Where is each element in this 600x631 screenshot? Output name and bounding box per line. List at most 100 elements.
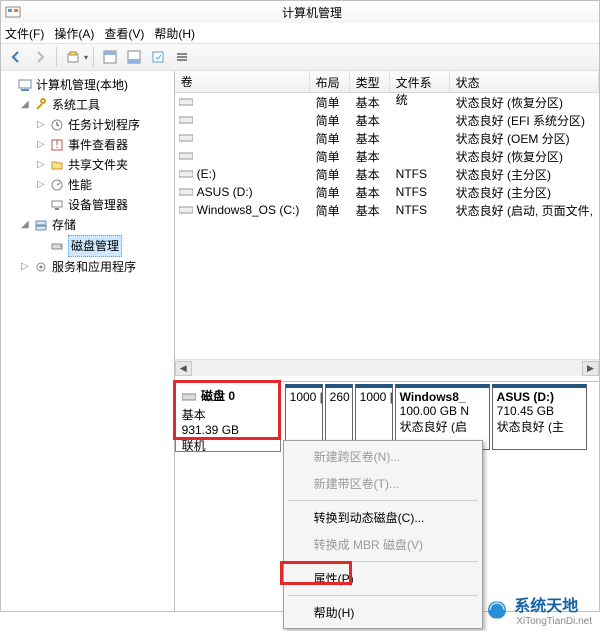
collapse-icon[interactable]: ◢: [21, 215, 33, 235]
partition-size: 260: [330, 390, 348, 404]
tree-storage[interactable]: ◢ 存储 磁盘管理: [21, 215, 170, 257]
volume-status: 状态良好 (OEM 分区): [450, 130, 599, 147]
dropdown-arrow-icon[interactable]: ▾: [84, 53, 88, 62]
volume-row[interactable]: 简单基本 状态良好 (EFI 系统分区): [175, 111, 599, 129]
horizontal-scrollbar[interactable]: ◀ ▶: [175, 359, 599, 376]
menu-file[interactable]: 文件(F): [5, 25, 44, 42]
disk-type: 基本: [182, 406, 274, 423]
volume-fs: NTFS: [390, 185, 450, 199]
disk-icon: [49, 238, 65, 254]
volume-status: 状态良好 (恢复分区): [450, 148, 599, 165]
col-layout[interactable]: 布局: [310, 71, 350, 92]
window-title: 计算机管理: [25, 4, 599, 21]
volume-fs: NTFS: [390, 167, 450, 181]
col-status[interactable]: 状态: [450, 71, 599, 92]
up-button[interactable]: [62, 46, 84, 68]
volume-status: 状态良好 (EFI 系统分区): [450, 112, 599, 129]
partition-status: 状态良好 (主: [497, 418, 582, 435]
scroll-left-icon[interactable]: ◀: [175, 361, 192, 376]
menu-action[interactable]: 操作(A): [54, 25, 94, 42]
action-button[interactable]: [147, 46, 169, 68]
volume-type: 基本: [350, 112, 390, 129]
volume-row[interactable]: Windows8_OS (C:)简单基本NTFS状态良好 (启动, 页面文件,: [175, 201, 599, 219]
disk-size: 931.39 GB: [182, 423, 274, 437]
folder-icon: [49, 157, 65, 173]
navigation-tree[interactable]: 计算机管理(本地) ◢ 系统工具 ▷任务计划程序 ▷!事件查看器 ▷共享文件夹: [5, 75, 170, 277]
volume-row[interactable]: 简单基本状态良好 (OEM 分区): [175, 129, 599, 147]
menu-help[interactable]: 帮助(H): [154, 25, 195, 42]
menu-convert-dynamic[interactable]: 转换到动态磁盘(C)...: [286, 504, 480, 531]
drive-icon: [182, 392, 196, 402]
collapse-icon[interactable]: ◢: [21, 95, 33, 115]
tree-services-apps[interactable]: ▷服务和应用程序: [21, 257, 170, 277]
tree-task-scheduler[interactable]: ▷任务计划程序: [37, 115, 170, 135]
partition-size: 1000 |: [360, 390, 388, 404]
volume-name: Windows8_OS (C:): [197, 203, 300, 217]
app-icon: [5, 4, 21, 20]
tree-disk-management[interactable]: 磁盘管理: [37, 235, 170, 257]
tree-system-tools[interactable]: ◢ 系统工具 ▷任务计划程序 ▷!事件查看器 ▷共享文件夹 ▷性能 设备管理器: [21, 95, 170, 215]
menu-view[interactable]: 查看(V): [104, 25, 144, 42]
volume-row[interactable]: ASUS (D:)简单基本NTFS状态良好 (主分区): [175, 183, 599, 201]
partition-name: ASUS (D:): [497, 390, 582, 404]
forward-button[interactable]: [29, 46, 51, 68]
volume-type: 基本: [350, 94, 390, 111]
expand-icon[interactable]: ▷: [37, 115, 49, 135]
volume-icon: [179, 205, 193, 215]
tree-event-viewer[interactable]: ▷!事件查看器: [37, 135, 170, 155]
expand-icon[interactable]: ▷: [37, 175, 49, 195]
volume-row[interactable]: (E:)简单基本NTFS状态良好 (主分区): [175, 165, 599, 183]
menu-separator: [288, 561, 478, 562]
event-icon: !: [49, 137, 65, 153]
tree-shared-folders[interactable]: ▷共享文件夹: [37, 155, 170, 175]
toolbar-separator: [56, 47, 57, 67]
list-button[interactable]: [171, 46, 193, 68]
expand-icon[interactable]: ▷: [37, 135, 49, 155]
partition-status: 状态良好 (启: [400, 418, 485, 435]
volume-type: 基本: [350, 166, 390, 183]
tree-performance[interactable]: ▷性能: [37, 175, 170, 195]
volume-layout: 简单: [310, 148, 350, 165]
tree-panel: 计算机管理(本地) ◢ 系统工具 ▷任务计划程序 ▷!事件查看器 ▷共享文件夹: [1, 71, 175, 611]
menu-properties[interactable]: 属性(P): [286, 565, 480, 592]
menu-convert-mbr[interactable]: 转换成 MBR 磁盘(V): [286, 531, 480, 558]
menu-new-spanned[interactable]: 新建跨区卷(N)...: [286, 443, 480, 470]
disk-header[interactable]: 磁盘 0 基本 931.39 GB 联机: [175, 382, 281, 452]
view-bottom-button[interactable]: [123, 46, 145, 68]
expand-icon[interactable]: ▷: [21, 257, 33, 277]
volume-name: ASUS (D:): [197, 185, 253, 199]
volume-header: 卷 布局 类型 文件系统 状态: [175, 71, 599, 93]
tree-device-manager[interactable]: 设备管理器: [37, 195, 170, 215]
volume-row[interactable]: 简单基本 状态良好 (恢复分区): [175, 93, 599, 111]
col-type[interactable]: 类型: [350, 71, 390, 92]
volume-layout: 简单: [310, 112, 350, 129]
volume-fs: NTFS: [390, 203, 450, 217]
col-filesystem[interactable]: 文件系统: [390, 71, 450, 92]
volume-type: 基本: [350, 130, 390, 147]
col-volume[interactable]: 卷: [175, 71, 310, 92]
volume-layout: 简单: [310, 184, 350, 201]
tree-root[interactable]: 计算机管理(本地) ◢ 系统工具 ▷任务计划程序 ▷!事件查看器 ▷共享文件夹: [5, 75, 170, 277]
menu-separator: [288, 500, 478, 501]
menu-help[interactable]: 帮助(H): [286, 599, 480, 626]
menu-new-striped[interactable]: 新建带区卷(T)...: [286, 470, 480, 497]
volume-icon: [179, 133, 193, 143]
volume-status: 状态良好 (恢复分区): [450, 94, 599, 111]
volume-row[interactable]: 简单基本状态良好 (恢复分区): [175, 147, 599, 165]
toolbar: ▾: [1, 43, 599, 71]
back-button[interactable]: [5, 46, 27, 68]
scroll-right-icon[interactable]: ▶: [582, 361, 599, 376]
volume-layout: 简单: [310, 94, 350, 111]
expand-icon[interactable]: ▷: [37, 155, 49, 175]
volume-icon: [179, 151, 193, 161]
volume-type: 基本: [350, 184, 390, 201]
volume-status: 状态良好 (启动, 页面文件,: [450, 202, 599, 219]
volume-type: 基本: [350, 202, 390, 219]
partition[interactable]: ASUS (D:)710.45 GB状态良好 (主: [492, 384, 587, 450]
partition-size: 100.00 GB N: [400, 404, 485, 418]
volume-status: 状态良好 (主分区): [450, 166, 599, 183]
view-top-button[interactable]: [99, 46, 121, 68]
disk-status: 联机: [182, 437, 274, 454]
volume-list[interactable]: 卷 布局 类型 文件系统 状态 简单基本状态良好 (恢复分区)简单基本状态良好 …: [175, 71, 599, 219]
watermark: 系统天地 XiTongTianDi.net: [486, 592, 592, 627]
